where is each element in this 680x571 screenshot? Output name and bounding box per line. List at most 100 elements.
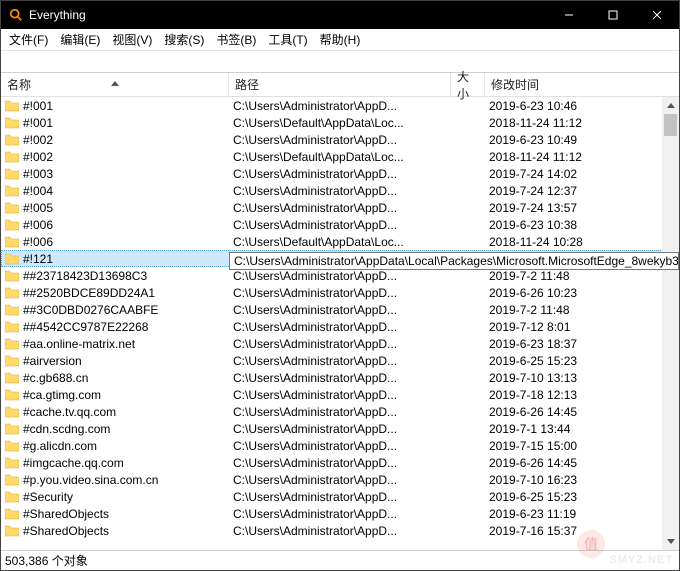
row-modified: 2019-7-15 15:00 (485, 439, 679, 453)
row-path: C:\Users\Administrator\AppD... (229, 354, 451, 368)
row-modified: 2018-11-24 11:12 (485, 150, 679, 164)
row-modified: 2019-6-26 10:23 (485, 286, 679, 300)
table-row[interactable]: #!003C:\Users\Administrator\AppD...2019-… (1, 165, 679, 182)
minimize-button[interactable] (547, 1, 591, 29)
row-name: #!006 (23, 235, 53, 249)
row-modified: 2019-7-24 14:02 (485, 167, 679, 181)
folder-icon (5, 100, 19, 112)
row-path: C:\Users\Administrator\AppD... (229, 133, 451, 147)
maximize-button[interactable] (591, 1, 635, 29)
path-tooltip: C:\Users\Administrator\AppData\Local\Pac… (229, 252, 679, 270)
scroll-thumb[interactable] (664, 114, 677, 136)
table-row[interactable]: #imgcache.qq.comC:\Users\Administrator\A… (1, 454, 679, 471)
table-row[interactable]: #SharedObjectsC:\Users\Administrator\App… (1, 505, 679, 522)
folder-icon (5, 117, 19, 129)
folder-icon (5, 253, 19, 265)
row-path: C:\Users\Administrator\AppD... (229, 490, 451, 504)
row-name: #!002 (23, 150, 53, 164)
row-name: #!121 (23, 252, 53, 266)
table-row[interactable]: #!001 C:\Users\Administrator\AppD... 2019-… (1, 97, 679, 114)
title-bar: Everything (1, 1, 679, 29)
column-modified[interactable]: 修改时间 (485, 73, 679, 96)
table-row[interactable]: #airversion C:\Users\Administrator\AppD..… (1, 352, 679, 369)
folder-icon (5, 287, 19, 299)
vertical-scrollbar[interactable] (662, 97, 679, 550)
row-path: C:\Users\Administrator\AppD... (229, 388, 451, 402)
row-modified: 2019-7-10 13:13 (485, 371, 679, 385)
table-row[interactable]: ##3C0DBD0276CAABFEC:\Users\Administrator… (1, 301, 679, 318)
table-row[interactable]: #cache.tv.qq.comC:\Users\Administrator\A… (1, 403, 679, 420)
table-row[interactable]: #!006C:\Users\Administrator\AppD...2019-… (1, 216, 679, 233)
row-modified: 2019-7-10 16:23 (485, 473, 679, 487)
row-name: #imgcache.qq.com (23, 456, 124, 470)
column-path-label: 路径 (235, 76, 259, 93)
table-row[interactable]: #cdn.scdng.comC:\Users\Administrator\App… (1, 420, 679, 437)
row-name: #Security (23, 490, 73, 504)
row-name: #ca.gtimg.com (23, 388, 101, 402)
status-count: 503,386 (5, 554, 48, 568)
table-row[interactable]: #!006C:\Users\Default\AppData\Loc...2018… (1, 233, 679, 250)
folder-icon (5, 202, 19, 214)
table-row[interactable]: ##4542CC9787E22268 C:\Users\Administrator… (1, 318, 679, 335)
menu-view[interactable]: 视图(V) (106, 28, 158, 51)
table-row[interactable]: #p.you.video.sina.com.cn C:\Users\Adminis… (1, 471, 679, 488)
folder-icon (5, 508, 19, 520)
row-modified: 2019-6-26 14:45 (485, 456, 679, 470)
row-modified: 2019-7-24 12:37 (485, 184, 679, 198)
row-name: #airversion (23, 354, 82, 368)
row-name: #p.you.video.sina.com.cn (23, 473, 158, 487)
table-row[interactable]: #!001C:\Users\Default\AppData\Loc...2018… (1, 114, 679, 131)
search-input[interactable] (1, 51, 679, 72)
column-name-label: 名称 (7, 76, 31, 93)
row-path: C:\Users\Administrator\AppD... (229, 473, 451, 487)
row-modified: 2019-6-25 15:23 (485, 490, 679, 504)
row-modified: 2019-7-12 8:01 (485, 320, 679, 334)
table-row[interactable]: #!002C:\Users\Administrator\AppD...2019-… (1, 131, 679, 148)
table-row[interactable]: #aa.online-matrix.netC:\Users\Administra… (1, 335, 679, 352)
column-path[interactable]: 路径 (229, 73, 451, 96)
table-row[interactable]: #c.gb688.cnC:\Users\Administrator\AppD..… (1, 369, 679, 386)
folder-icon (5, 474, 19, 486)
row-path: C:\Users\Administrator\AppD... (229, 99, 451, 113)
table-row[interactable]: #SharedObjectsC:\Users\Administrator\App… (1, 522, 679, 539)
window-title: Everything (29, 8, 547, 22)
row-modified: 2019-7-16 15:37 (485, 524, 679, 538)
table-row[interactable]: #g.alicdn.comC:\Users\Administrator\AppD… (1, 437, 679, 454)
row-modified: 2019-6-23 10:46 (485, 99, 679, 113)
table-row[interactable]: #!005C:\Users\Administrator\AppD...2019-… (1, 199, 679, 216)
folder-icon (5, 236, 19, 248)
table-row[interactable]: #!004C:\Users\Administrator\AppD...2019-… (1, 182, 679, 199)
row-modified: 2019-6-23 10:49 (485, 133, 679, 147)
row-modified: 2019-7-24 13:57 (485, 201, 679, 215)
folder-icon (5, 457, 19, 469)
menu-edit[interactable]: 编辑(E) (54, 28, 106, 51)
table-row[interactable]: #Security C:\Users\Administrator\AppD... 2… (1, 488, 679, 505)
menu-search[interactable]: 搜索(S) (158, 28, 210, 51)
menu-tools[interactable]: 工具(T) (262, 28, 313, 51)
menu-file[interactable]: 文件(F) (3, 28, 54, 51)
row-name: ##4542CC9787E22268 (23, 320, 148, 334)
table-row[interactable]: #ca.gtimg.com C:\Users\Administrator\AppD… (1, 386, 679, 403)
scroll-track[interactable] (662, 114, 679, 533)
menu-bookmarks[interactable]: 书签(B) (210, 28, 262, 51)
row-path: C:\Users\Administrator\AppD... (229, 371, 451, 385)
row-name: #!001 (23, 99, 53, 113)
close-button[interactable] (635, 1, 679, 29)
row-path: C:\Users\Administrator\AppD... (229, 320, 451, 334)
scroll-down-button[interactable] (662, 533, 679, 550)
row-path: C:\Users\Administrator\AppD... (229, 405, 451, 419)
folder-icon (5, 168, 19, 180)
row-name: #cdn.scdng.com (23, 422, 110, 436)
row-path: C:\Users\Administrator\AppD... (229, 269, 451, 283)
column-modified-label: 修改时间 (491, 76, 539, 93)
column-name[interactable]: 名称 (1, 73, 229, 96)
column-size[interactable]: 大小 (451, 73, 485, 96)
row-path: C:\Users\Administrator\AppD... (229, 303, 451, 317)
table-row[interactable]: #!002C:\Users\Default\AppData\Loc...2018… (1, 148, 679, 165)
scroll-up-button[interactable] (662, 97, 679, 114)
table-row[interactable]: ##2520BDCE89DD24A1C:\Users\Administrator… (1, 284, 679, 301)
folder-icon (5, 270, 19, 282)
folder-icon (5, 185, 19, 197)
menu-help[interactable]: 帮助(H) (314, 28, 367, 51)
folder-icon (5, 304, 19, 316)
